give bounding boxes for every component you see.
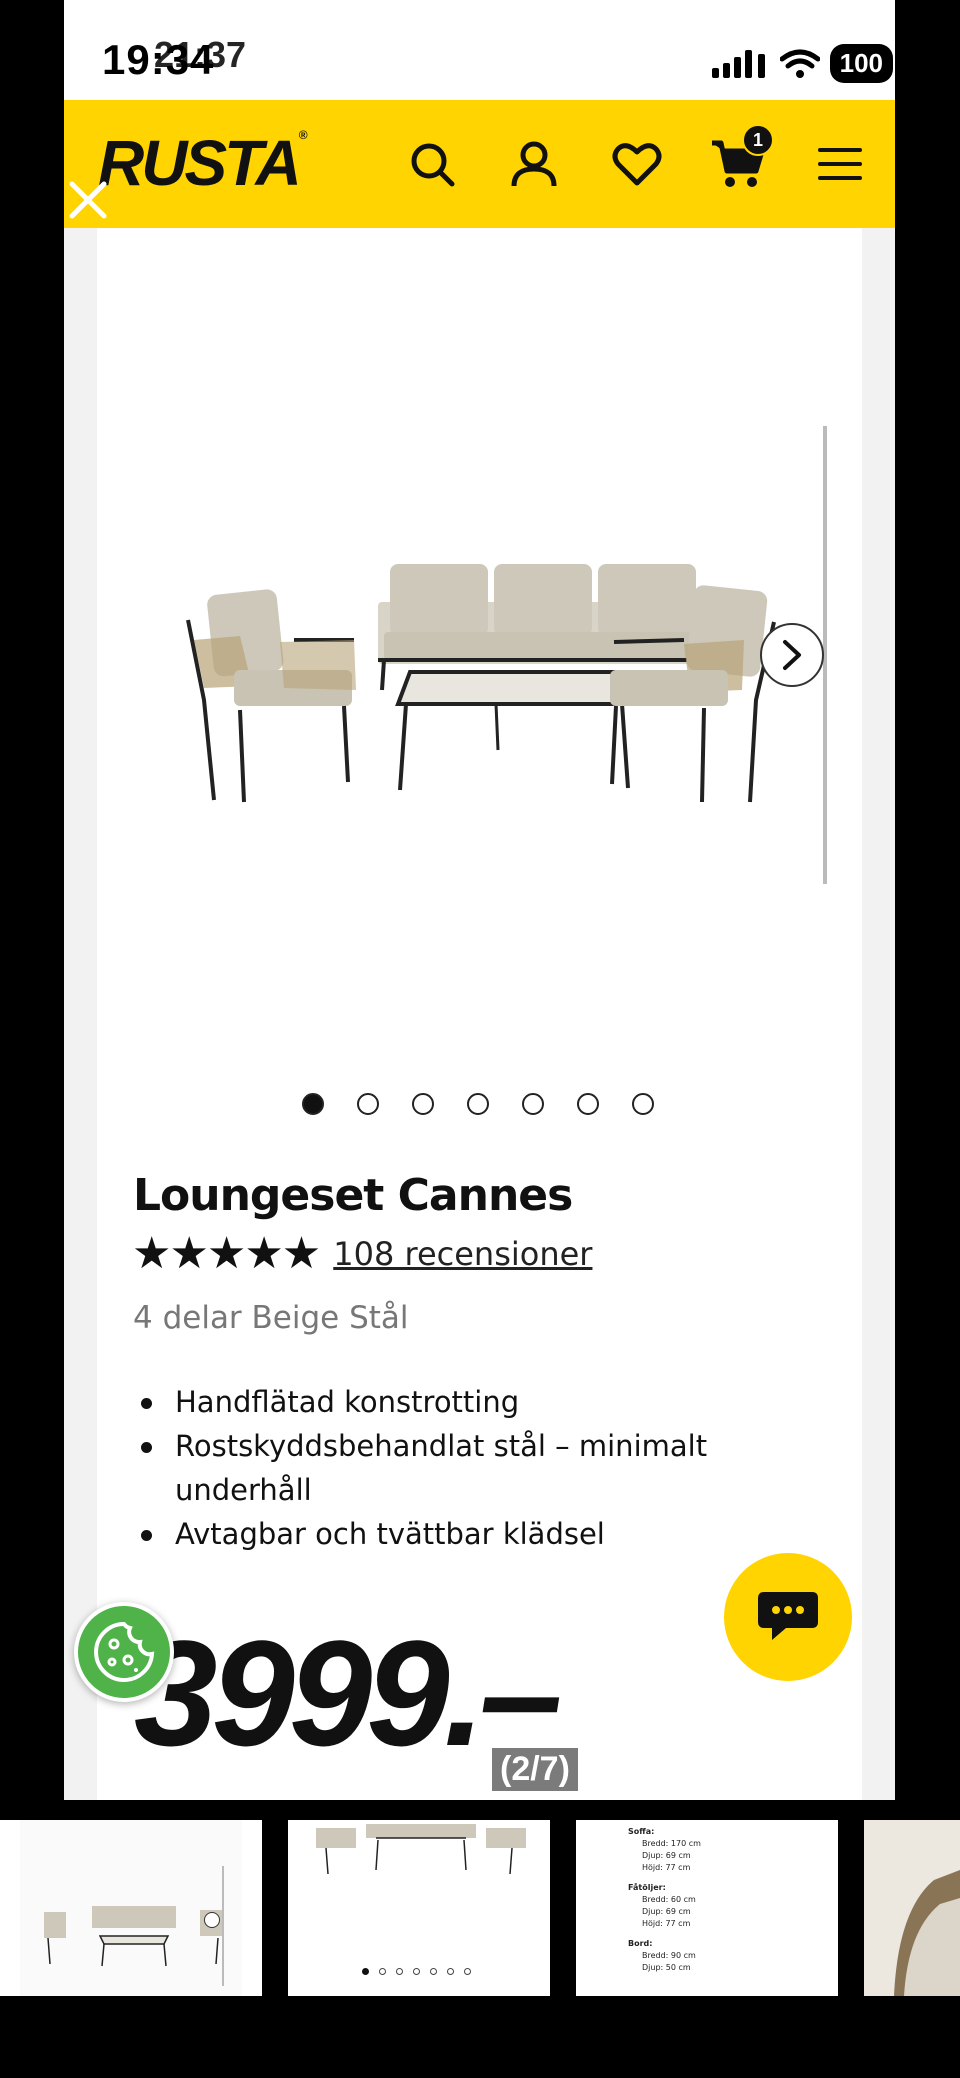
product-image[interactable]: [144, 520, 824, 820]
left-chair-illustration: [186, 589, 356, 803]
dims-item: Höjd: 77 cm: [642, 1863, 691, 1872]
signal-icon: [711, 49, 765, 78]
reviews-link[interactable]: 108 recensioner: [333, 1235, 592, 1273]
thumbnail-dots: [362, 1968, 471, 1975]
thumbnail-arrow-icon: [204, 1912, 220, 1928]
feature-list: Handflätad konstrotting Rostskyddsbehand…: [133, 1380, 793, 1556]
cookie-settings-button[interactable]: [74, 1602, 174, 1702]
dims-label: Soffa:: [628, 1827, 655, 1836]
dims-item: Bredd: 170 cm: [642, 1839, 701, 1848]
next-image-button[interactable]: [760, 623, 824, 687]
cart-button[interactable]: 1: [710, 124, 774, 192]
gallery-dot[interactable]: [522, 1093, 544, 1115]
dims-label: Fåtöljer:: [628, 1883, 666, 1892]
gallery-dots: [302, 1093, 654, 1115]
dims-item: Djup: 69 cm: [642, 1907, 691, 1916]
battery-indicator: 100: [829, 44, 893, 83]
gallery-dot[interactable]: [467, 1093, 489, 1115]
gallery-dot[interactable]: [577, 1093, 599, 1115]
status-bar: 19:34 21:37 100: [64, 0, 895, 100]
thumbnail-strip: Soffa: Bredd: 170 cm Djup: 69 cm Höjd: 7…: [0, 1820, 960, 1996]
account-button[interactable]: [506, 136, 562, 192]
site-header: RUSTA® 1: [64, 100, 895, 228]
chevron-right-icon: [783, 640, 801, 670]
search-icon: [411, 143, 455, 187]
feature-item: Rostskyddsbehandlat stål – minimalt unde…: [133, 1424, 793, 1512]
gallery-dot[interactable]: [302, 1093, 324, 1115]
thumbnail-furniture-image: [316, 1824, 526, 1875]
hamburger-menu-icon: [818, 148, 862, 180]
status-icons: 100: [711, 44, 893, 83]
user-icon: [511, 141, 557, 187]
thumbnail-2[interactable]: [288, 1820, 550, 1996]
chat-bubble-icon: [758, 1592, 818, 1640]
thumbnail-3[interactable]: Soffa: Bredd: 170 cm Djup: 69 cm Höjd: 7…: [576, 1820, 838, 1996]
thumbnail-4[interactable]: [864, 1820, 960, 1996]
dims-item: Bredd: 60 cm: [642, 1895, 696, 1904]
chat-button[interactable]: [724, 1553, 852, 1681]
thumbnail-dimensions-text: Soffa: Bredd: 170 cm Djup: 69 cm Höjd: 7…: [628, 1826, 701, 1974]
image-page-indicator: (2/7): [492, 1748, 578, 1791]
gallery-dot[interactable]: [632, 1093, 654, 1115]
logo-text: RUSTA: [98, 127, 302, 199]
search-button[interactable]: [404, 136, 460, 192]
close-icon[interactable]: [66, 178, 110, 222]
menu-button[interactable]: [812, 136, 868, 192]
phone-screen: 19:34 21:37 100 RUSTA® 1 Loungeset Canne…: [64, 0, 895, 1800]
coffee-table-illustration: [395, 670, 645, 791]
product-price: 3999.–: [134, 1609, 563, 1777]
thumbnail-furniture-image: [44, 1906, 222, 1967]
gallery-dot[interactable]: [357, 1093, 379, 1115]
wifi-icon: [779, 49, 820, 78]
thumbnail-1[interactable]: [0, 1820, 262, 1996]
gallery-dot[interactable]: [412, 1093, 434, 1115]
product-card: [97, 228, 862, 1800]
cart-count-badge: 1: [742, 124, 774, 156]
star-rating-icon: ★★★★★: [132, 1228, 321, 1279]
heart-icon: [612, 143, 662, 186]
dims-label: Bord:: [628, 1939, 653, 1948]
cookie-icon: [94, 1621, 155, 1682]
dims-item: Höjd: 77 cm: [642, 1919, 691, 1928]
dims-item: Djup: 69 cm: [642, 1851, 691, 1860]
thumbnail-lifestyle-image: [864, 1820, 960, 1996]
dims-item: Djup: 50 cm: [642, 1963, 691, 1972]
product-subtitle: 4 delar Beige Stål: [133, 1300, 409, 1336]
feature-item: Avtagbar och tvättbar klädsel: [133, 1512, 793, 1556]
product-title: Loungeset Cannes: [133, 1170, 573, 1221]
wishlist-button[interactable]: [609, 136, 665, 192]
thumbnail-scroll-line: [222, 1866, 224, 1986]
product-rating: ★★★★★ 108 recensioner: [132, 1232, 592, 1276]
dims-item: Bredd: 90 cm: [642, 1951, 696, 1960]
feature-item: Handflätad konstrotting: [133, 1380, 793, 1424]
status-time-overlay: 21:37: [154, 34, 247, 75]
rusta-logo[interactable]: RUSTA®: [98, 126, 307, 200]
